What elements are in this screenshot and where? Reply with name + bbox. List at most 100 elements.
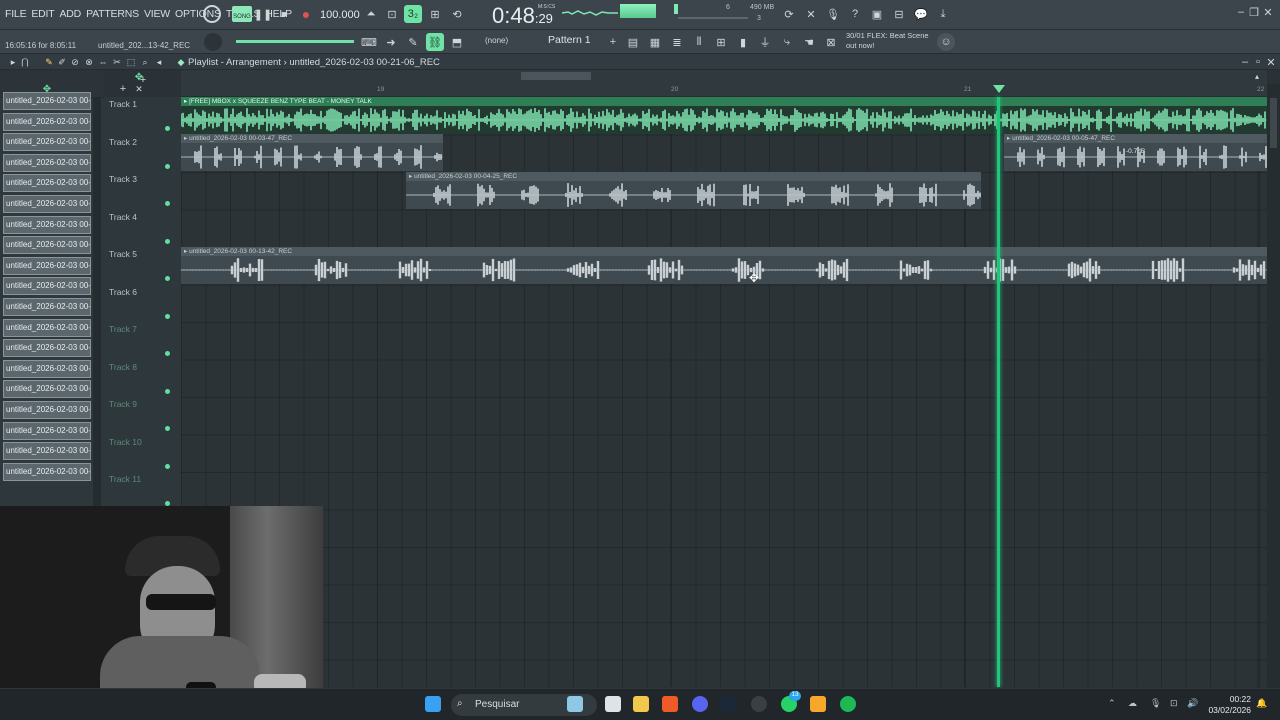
timeline-ruler[interactable]: 19 20 21 22 <box>181 84 1267 97</box>
track-label-2[interactable]: Track 2 <box>109 137 137 147</box>
panic-icon[interactable]: ✕ <box>802 5 820 23</box>
browser-item[interactable]: untitled_2026-02-03 00-... <box>3 380 91 399</box>
track-label-9[interactable]: Track 9 <box>109 399 137 409</box>
track-mute-dot[interactable] <box>165 351 170 356</box>
file-explorer-icon[interactable] <box>633 696 649 712</box>
tray-volume-icon[interactable]: 🔊 <box>1187 698 1198 709</box>
mixer-icon[interactable]: ⊟ <box>890 5 908 23</box>
metronome-icon[interactable]: ⏶ <box>362 5 380 23</box>
account-icon[interactable]: ☺ <box>937 33 955 51</box>
microphone-icon[interactable]: 🎙 <box>824 5 842 23</box>
browser-item[interactable]: untitled_2026-02-03 00-... <box>3 421 91 440</box>
tray-chevron-icon[interactable]: ⌃ <box>1108 698 1116 709</box>
notification-icon[interactable]: 🔔 <box>1256 698 1267 709</box>
widget-icon[interactable] <box>567 696 583 712</box>
track-mute-dot[interactable] <box>165 313 170 319</box>
menu-edit[interactable]: EDIT <box>31 8 54 20</box>
browser-item[interactable]: untitled_2026-02-03 00-... <box>3 298 91 316</box>
playlist-icon[interactable]: ▤ <box>624 33 642 51</box>
playlist-grid[interactable]: ▸ [FREE] MBOX x SQUEEZE BENZ TYPE BEAT -… <box>181 97 1267 687</box>
playlist-minimize-icon[interactable]: – <box>1240 53 1250 71</box>
tray-cloud-icon[interactable]: ☁ <box>1128 698 1137 709</box>
track-label-6[interactable]: Track 6 <box>109 287 137 297</box>
track-label-4[interactable]: Track 4 <box>109 212 137 222</box>
mixer-view-icon[interactable]: ⫴ <box>690 33 708 51</box>
arrange-move-icon[interactable]: ✥ <box>130 68 148 86</box>
master-pitch-slider[interactable] <box>678 17 748 19</box>
audio-clip-t3[interactable]: ▸ untitled_2026-02-03 00-04-25_REC <box>406 172 981 209</box>
tray-network-icon[interactable]: ⊡ <box>1170 698 1178 709</box>
countdown-icon[interactable]: 3₂ <box>404 5 422 23</box>
track-mute-dot[interactable] <box>165 463 170 469</box>
track-mute-dot[interactable] <box>165 201 170 206</box>
steam-icon[interactable] <box>721 696 737 712</box>
tempo-display[interactable]: 100.000 <box>320 9 360 21</box>
browser-item[interactable]: untitled_2026-02-03 00-... <box>3 277 91 296</box>
channel-rack-icon[interactable]: ≣ <box>668 33 686 51</box>
arrow-icon[interactable]: ➜ <box>382 33 400 51</box>
menu-view[interactable]: VIEW <box>144 8 170 20</box>
restore-icon[interactable]: ❐ <box>1249 3 1259 21</box>
add-pattern-icon[interactable]: + <box>604 33 622 51</box>
browser-item[interactable]: untitled_2026-02-03 00-... <box>3 215 91 234</box>
track-mute-dot[interactable] <box>165 126 170 131</box>
browser-item[interactable]: untitled_2026-02-03 00-... <box>3 318 91 337</box>
windows-start-icon[interactable] <box>425 696 441 712</box>
keyboard-icon[interactable]: ⌨ <box>360 33 378 51</box>
browser-item[interactable]: untitled_2026-02-03 00-... <box>3 153 91 172</box>
pitch-knob[interactable] <box>204 33 222 51</box>
song-mode-button[interactable]: SONG <box>232 6 252 22</box>
magnet-icon[interactable]: ⋂ <box>16 53 34 71</box>
stop-button[interactable]: ■ <box>275 5 293 23</box>
stamp-icon[interactable]: ⬒ <box>448 33 466 51</box>
browser-scrollbar[interactable] <box>93 98 101 506</box>
download-icon[interactable]: ⤓ <box>934 5 952 23</box>
record-button[interactable]: ● <box>297 5 315 23</box>
track-label-10[interactable]: Track 10 <box>109 437 142 447</box>
menu-add[interactable]: ADD <box>60 8 82 20</box>
audio-clip-beat[interactable]: ▸ [FREE] MBOX x SQUEEZE BENZ TYPE BEAT -… <box>181 97 1267 134</box>
main-volume-slider[interactable] <box>236 40 354 43</box>
obs-icon[interactable] <box>751 696 767 712</box>
browser-icon[interactable]: ⊞ <box>712 33 730 51</box>
playback-tool-icon[interactable]: ◂ <box>150 53 168 71</box>
browser-item[interactable]: untitled_2026-02-03 00-... <box>3 401 91 419</box>
chat-icon[interactable]: 💬 <box>912 5 930 23</box>
save-icon[interactable]: ▣ <box>868 5 886 23</box>
audio-clip-t5[interactable]: ▸ untitled_2026-02-03 00-13-42_REC <box>181 247 1267 284</box>
brave-icon[interactable] <box>662 696 678 712</box>
browser-item[interactable]: untitled_2026-02-03 00-... <box>3 256 91 275</box>
taskbar-clock[interactable]: 00:22 03/02/2026 <box>1208 694 1251 716</box>
browser-item[interactable]: untitled_2026-02-03 00-... <box>3 236 91 255</box>
tempo-tap-icon[interactable]: ⤷ <box>778 33 796 51</box>
audio-clip-t2a[interactable]: ▸ untitled_2026-02-03 00-03-47_REC <box>181 134 443 171</box>
browser-move-icon[interactable]: ✥ <box>38 80 56 98</box>
minimize-icon[interactable]: – <box>1236 3 1246 21</box>
track-mute-dot[interactable] <box>165 163 170 169</box>
browser-item[interactable]: untitled_2026-02-03 00-... <box>3 195 91 213</box>
overview-window[interactable] <box>521 72 591 80</box>
pencil-icon[interactable]: ✎ <box>404 33 422 51</box>
link-icon[interactable]: ⛓ <box>426 33 444 51</box>
pause-button[interactable]: ❚❚ <box>254 5 272 23</box>
track-label-5[interactable]: Track 5 <box>109 249 137 259</box>
piano-roll-icon[interactable]: ▦ <box>646 33 664 51</box>
overview-strip[interactable] <box>181 70 1267 84</box>
refresh-icon[interactable]: ⟳ <box>780 5 798 23</box>
step-edit-icon[interactable]: ⊞ <box>426 5 444 23</box>
touch-icon[interactable]: ☚ <box>800 33 818 51</box>
browser-item[interactable]: untitled_2026-02-03 00-... <box>3 339 91 358</box>
discord-icon[interactable] <box>692 696 708 712</box>
menu-patterns[interactable]: PATTERNS <box>86 8 139 20</box>
news-panel[interactable]: 30/01 FLEX: Beat Scene out now! <box>846 31 929 51</box>
fl-studio-icon[interactable] <box>810 696 826 712</box>
audio-clip-t2b[interactable]: ▸ untitled_2026-02-03 00-05-47_REC -0.7d… <box>1004 134 1267 171</box>
channel-selector[interactable]: (none) <box>485 36 508 45</box>
plugin-db-icon[interactable]: ▮ <box>734 33 752 51</box>
track-mute-dot[interactable] <box>165 238 170 244</box>
tray-mic-icon[interactable]: 🎙 <box>1150 698 1161 709</box>
track-label-7[interactable]: Track 7 <box>109 324 137 334</box>
help-icon[interactable]: ? <box>846 5 864 23</box>
playhead-marker-icon[interactable] <box>993 85 1005 93</box>
browser-item[interactable]: untitled_2026-02-03 00-... <box>3 462 91 481</box>
